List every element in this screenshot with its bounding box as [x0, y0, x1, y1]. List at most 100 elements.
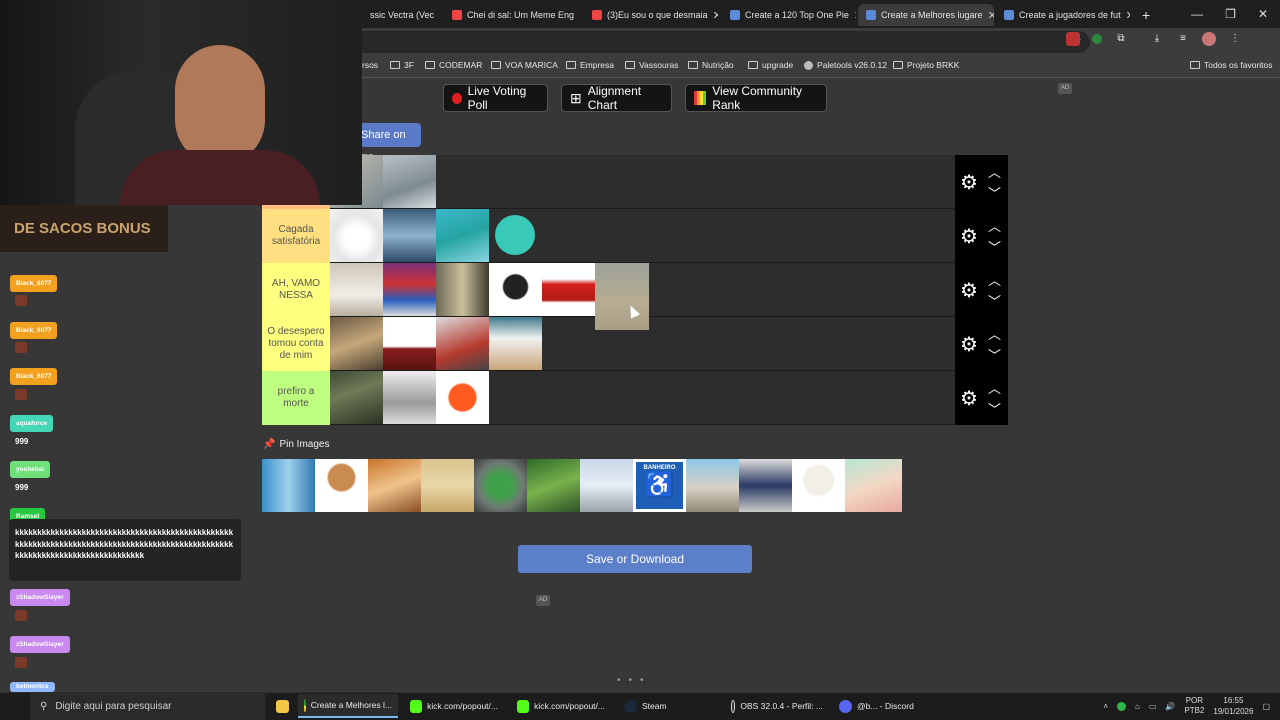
chevron-down-icon[interactable]: ﹀ — [988, 399, 1001, 418]
gear-icon[interactable]: ⚙ — [960, 332, 978, 357]
chevron-up-icon[interactable]: ︿ — [988, 270, 1001, 289]
close-icon[interactable]: ✕ — [854, 9, 856, 22]
media-control-icon[interactable]: ≡ — [1176, 32, 1190, 46]
tier-image[interactable] — [383, 371, 436, 424]
tier-image[interactable] — [383, 209, 436, 262]
file-explorer-taskbar-button[interactable] — [270, 694, 295, 718]
chevron-up-icon[interactable]: ︿ — [988, 378, 1001, 397]
network-icon[interactable]: ⌂ — [1135, 702, 1140, 711]
tier-image[interactable] — [542, 263, 595, 316]
tier-image[interactable] — [489, 209, 542, 262]
puzzle-icon[interactable]: ⧉ — [1114, 32, 1128, 46]
tier-image[interactable] — [383, 155, 436, 208]
pool-image[interactable] — [686, 459, 739, 512]
bookmark-folder[interactable]: Vassouras — [625, 60, 679, 70]
alignment-chart-button[interactable]: ⊞ Alignment Chart — [561, 84, 672, 112]
chevron-up-icon[interactable]: ︿ — [988, 162, 1001, 181]
tier-image[interactable] — [383, 263, 436, 316]
profile-avatar[interactable] — [1202, 32, 1216, 46]
taskbar-app-button[interactable]: kick.com/popout/... — [511, 694, 611, 718]
pool-image[interactable] — [527, 459, 580, 512]
bookmark-folder[interactable]: Empresa — [566, 60, 614, 70]
bookmark-folder[interactable]: CODEMAR — [425, 60, 482, 70]
bookmark-folder[interactable]: upgrade — [748, 60, 793, 70]
restore-icon[interactable]: ❐ — [1225, 7, 1236, 21]
volume-icon[interactable]: 🔊 — [1165, 702, 1175, 711]
browser-tab[interactable]: Chei di sal: Um Meme Eng✕ — [444, 4, 578, 26]
tier-label[interactable]: Cagada satisfatória — [262, 209, 330, 263]
extension-icon[interactable] — [1092, 34, 1102, 44]
pool-image[interactable] — [474, 459, 527, 512]
menu-kebab-icon[interactable]: ⋮ — [1228, 32, 1242, 46]
tier-image[interactable] — [383, 317, 436, 370]
pool-image[interactable] — [739, 459, 792, 512]
gear-icon[interactable]: ⚙ — [960, 278, 978, 303]
gear-icon[interactable]: ⚙ — [960, 386, 978, 411]
pool-image[interactable] — [845, 459, 902, 512]
url-field[interactable]: ☆ — [340, 31, 1090, 53]
pool-image[interactable] — [421, 459, 474, 512]
clock[interactable]: 16:55 19/01/2026 — [1213, 695, 1253, 717]
live-voting-poll-button[interactable]: Live Voting Poll — [443, 84, 548, 112]
notification-icon[interactable]: ▢ — [1262, 702, 1270, 711]
chevron-down-icon[interactable]: ﹀ — [988, 183, 1001, 202]
tier-image[interactable] — [436, 209, 489, 262]
close-icon[interactable]: ✕ — [1126, 9, 1130, 22]
browser-tab[interactable]: Create a jugadores de fut ✕ — [996, 4, 1130, 26]
close-icon[interactable]: ✕ — [988, 9, 994, 22]
browser-tab-active[interactable]: Create a Melhores lugare ✕ — [858, 4, 994, 26]
save-or-download-button[interactable]: Save or Download — [518, 545, 752, 573]
pool-image[interactable] — [580, 459, 633, 512]
tier-image[interactable] — [330, 371, 383, 424]
chevron-up-icon[interactable]: ︿ — [988, 216, 1001, 235]
taskbar-app-button[interactable]: kick.com/popout/... — [404, 694, 504, 718]
share-on-facebook-button[interactable]: Share on FB — [360, 123, 421, 165]
tier-image[interactable] — [436, 317, 489, 370]
tier-image[interactable] — [436, 371, 489, 424]
all-favorites-folder[interactable]: Todos os favoritos — [1190, 60, 1273, 70]
browser-tab[interactable]: ssic Vectra (Vec ✕ — [362, 4, 440, 26]
new-tab-button[interactable]: + — [1134, 4, 1154, 26]
tier-label[interactable]: AH, VAMO NESSA — [262, 263, 330, 317]
bookmark-folder[interactable]: VOA MARICA — [491, 60, 558, 70]
pool-image[interactable]: BANHEIRO ♿ — [633, 459, 686, 512]
pool-image[interactable] — [368, 459, 421, 512]
close-icon[interactable]: ✕ — [713, 9, 718, 22]
taskbar-app-button[interactable]: Steam — [618, 694, 718, 718]
taskbar-app-button[interactable]: OBS 32.0.4 - Perfil: ... — [725, 694, 829, 718]
browser-tab[interactable]: (3)Eu sou o que desmaia ✕ — [584, 4, 718, 26]
browser-tab[interactable]: Create a 120 Top One Pie ✕ — [722, 4, 856, 26]
download-icon[interactable]: ⤓ — [1150, 32, 1164, 46]
chevron-up-icon[interactable]: ˄ — [1103, 702, 1108, 711]
status-icon[interactable] — [1117, 701, 1126, 711]
view-community-rank-button[interactable]: View Community Rank — [685, 84, 827, 112]
tier-image[interactable] — [489, 317, 542, 370]
taskbar-app-button[interactable]: @b... - Discord — [833, 694, 933, 718]
close-window-icon[interactable]: ✕ — [1258, 7, 1268, 21]
start-button[interactable] — [0, 692, 30, 720]
close-icon[interactable]: ✕ — [439, 9, 440, 22]
pool-image[interactable] — [792, 459, 845, 512]
tier-image[interactable] — [330, 317, 383, 370]
battery-icon[interactable]: ▭ — [1149, 702, 1157, 711]
tier-image[interactable] — [436, 263, 489, 316]
pool-image[interactable] — [315, 459, 368, 512]
pool-image[interactable] — [262, 459, 315, 512]
bookmark-folder[interactable]: 3F — [390, 60, 414, 70]
tier-image[interactable] — [330, 263, 383, 316]
minimize-icon[interactable]: — — [1191, 7, 1203, 21]
bookmark-folder[interactable]: Nutrição — [688, 60, 734, 70]
extension-icon[interactable] — [1066, 32, 1080, 46]
bookmark-item[interactable]: rsos — [362, 60, 378, 70]
taskbar-app-button[interactable]: Create a Melhores l... — [298, 694, 398, 718]
bookmark-item[interactable]: Paletools v26.0.12 — [804, 60, 887, 70]
taskbar-search-input[interactable]: ⚲ Digite aqui para pesquisar — [30, 692, 265, 720]
gear-icon[interactable]: ⚙ — [960, 170, 978, 195]
chevron-up-icon[interactable]: ︿ — [988, 324, 1001, 343]
gear-icon[interactable]: ⚙ — [960, 224, 978, 249]
bookmark-folder[interactable]: Projeto BRKK — [893, 60, 959, 70]
language-indicator[interactable]: POR PTB2 — [1184, 696, 1204, 716]
chevron-down-icon[interactable]: ﹀ — [988, 345, 1001, 364]
chevron-down-icon[interactable]: ﹀ — [988, 291, 1001, 310]
tier-label[interactable]: prefiro a morte — [262, 371, 330, 425]
